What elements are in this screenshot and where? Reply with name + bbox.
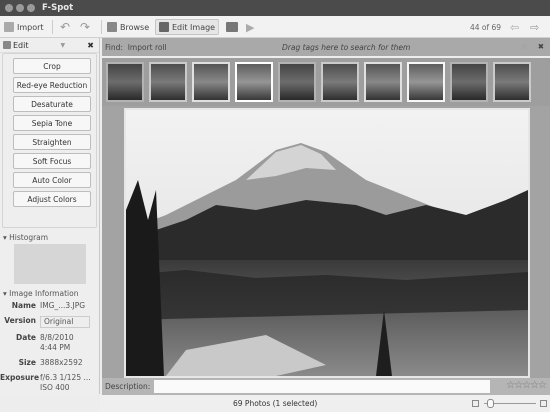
edit-tool-button[interactable]: Straighten — [13, 134, 91, 150]
close-sidebar-icon[interactable]: ✖ — [87, 41, 94, 50]
find-label: Find: Import roll — [105, 43, 167, 52]
close-window-button[interactable] — [5, 4, 13, 12]
exposure-value: f/6.3 1/125 ... — [40, 373, 91, 382]
histogram — [14, 244, 86, 284]
photo[interactable] — [124, 108, 530, 378]
close-find-icon[interactable]: ✖ — [538, 42, 544, 51]
next-photo-button[interactable]: ⇨ — [530, 19, 539, 35]
size-key: Size — [18, 358, 36, 367]
rotate-right-button[interactable]: ↷ — [80, 19, 90, 35]
maximize-window-button[interactable] — [27, 4, 35, 12]
play-icon: ▶ — [246, 20, 255, 34]
image-info: Name IMG_...3.JPG Version Original Date 8/8… — [0, 301, 99, 393]
filmstrip-thumbnail[interactable] — [278, 62, 316, 102]
time-value: 4:44 PM — [40, 343, 71, 352]
separator — [101, 20, 102, 34]
description-input[interactable] — [154, 380, 490, 393]
image-info-section-header[interactable]: ▾ Image Information — [0, 289, 99, 298]
chevron-down-icon: ▼ — [60, 41, 66, 49]
edit-image-button[interactable]: Edit Image — [155, 19, 220, 35]
description-bar: Description: ☆☆☆☆☆ — [102, 378, 550, 395]
filmstrip-thumbnail[interactable] — [364, 62, 402, 102]
rotate-right-icon: ↷ — [80, 20, 91, 34]
version-select[interactable]: Original — [40, 316, 90, 328]
import-icon — [4, 22, 14, 32]
arrow-right-icon: ⇨ — [530, 20, 540, 34]
tag-icon: ☆ — [521, 42, 528, 51]
filmstrip-thumbnail[interactable] — [192, 62, 230, 102]
rating-stars[interactable]: ☆☆☆☆☆ — [506, 380, 547, 391]
sidebar: Edit ▼ ✖ Crop Red-eye Reduction Desaturate Se… — [0, 38, 100, 394]
find-hint: Drag tags here to search for them — [282, 43, 411, 52]
fullscreen-button[interactable] — [226, 19, 238, 35]
image-info-label: Image Information — [9, 289, 79, 298]
browse-label: Browse — [120, 22, 150, 32]
toolbar: Import ↶ ↷ Browse Edit Image ▶ 44 of 69 … — [0, 16, 550, 38]
fullscreen-icon — [226, 22, 238, 32]
date-key: Date — [16, 333, 36, 342]
previous-photo-button[interactable]: ⇦ — [510, 19, 519, 35]
edit-tool-button[interactable]: Sepia Tone — [13, 115, 91, 131]
filmstrip-thumbnail[interactable] — [493, 62, 531, 102]
zoom-out-icon[interactable] — [472, 400, 479, 407]
edit-tool-button[interactable]: Red-eye Reduction — [13, 77, 91, 93]
histogram-section-header[interactable]: ▾ Histogram — [0, 233, 99, 242]
size-value: 3888x2592 — [40, 358, 83, 367]
sidebar-mode-selector[interactable]: Edit ▼ ✖ — [0, 38, 99, 53]
filmstrip-thumbnail[interactable] — [450, 62, 488, 102]
zoom-slider[interactable] — [472, 399, 548, 408]
filmstrip-thumbnail[interactable] — [321, 62, 359, 102]
separator — [52, 20, 53, 34]
find-roll-tag[interactable]: Import roll — [128, 43, 167, 52]
edit-tools-panel: Crop Red-eye Reduction Desaturate Sepia Ton… — [2, 53, 97, 228]
status-bar: 69 Photos (1 selected) — [100, 395, 550, 412]
exposure-key: Exposure — [0, 373, 40, 382]
date-value: 8/8/2010 — [40, 333, 74, 342]
slideshow-button[interactable]: ▶ — [246, 19, 254, 35]
sidebar-mode-label: Edit — [13, 40, 29, 50]
edit-tool-button[interactable]: Auto Color — [13, 172, 91, 188]
zoom-in-icon[interactable] — [540, 400, 547, 407]
edit-image-icon — [159, 22, 169, 32]
filmstrip-thumbnail[interactable] — [149, 62, 187, 102]
photo-counter: 44 of 69 — [470, 22, 502, 32]
status-text: 69 Photos (1 selected) — [233, 399, 318, 408]
edit-icon — [3, 41, 11, 49]
window-title: F-Spot — [42, 3, 74, 13]
edit-tool-button[interactable]: Crop — [13, 58, 91, 74]
photo-view — [102, 106, 550, 378]
arrow-left-icon: ⇦ — [510, 20, 520, 34]
title-bar: F-Spot — [0, 0, 550, 16]
landscape-photo — [126, 110, 528, 376]
filmstrip[interactable] — [102, 58, 550, 106]
rotate-left-button[interactable]: ↶ — [60, 19, 70, 35]
name-key: Name — [11, 301, 36, 310]
import-label: Import — [17, 22, 44, 32]
edit-tool-button[interactable]: Adjust Colors — [13, 191, 91, 207]
separator — [218, 20, 219, 34]
browse-icon — [107, 22, 117, 32]
iso-value: ISO 400 — [40, 383, 70, 392]
zoom-knob[interactable] — [487, 399, 495, 408]
filmstrip-thumbnail[interactable] — [407, 62, 445, 102]
import-button[interactable]: Import — [4, 19, 44, 35]
version-key: Version — [4, 316, 36, 325]
filmstrip-thumbnail[interactable] — [106, 62, 144, 102]
rotate-left-icon: ↶ — [60, 20, 71, 34]
filmstrip-thumbnail[interactable] — [235, 62, 273, 102]
name-value: IMG_...3.JPG — [40, 301, 86, 310]
browse-button[interactable]: Browse — [107, 19, 149, 35]
edit-tool-button[interactable]: Desaturate — [13, 96, 91, 112]
find-bar[interactable]: Find: Import roll Drag tags here to sear… — [102, 38, 550, 56]
histogram-label: Histogram — [9, 233, 49, 242]
edit-image-label: Edit Image — [172, 22, 216, 32]
edit-tool-button[interactable]: Soft Focus — [13, 153, 91, 169]
minimize-window-button[interactable] — [16, 4, 24, 12]
description-label: Description: — [105, 382, 151, 391]
